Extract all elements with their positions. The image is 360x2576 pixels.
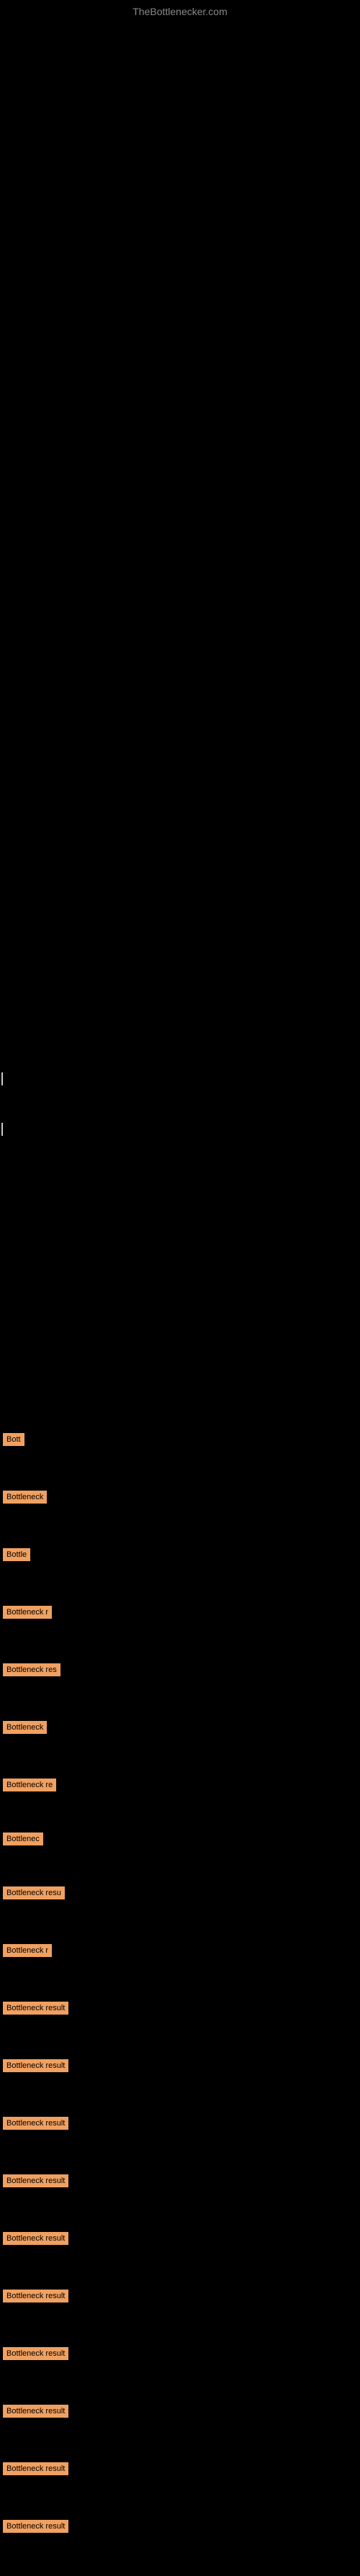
- bottleneck-result-item[interactable]: Bottleneck res: [3, 1663, 60, 1676]
- bottleneck-result-item[interactable]: Bottleneck result: [3, 2405, 68, 2418]
- bottleneck-result-item[interactable]: Bottlenec: [3, 1832, 43, 1845]
- bottleneck-result-item[interactable]: Bottleneck result: [3, 2117, 68, 2130]
- bottleneck-result-item[interactable]: Bottleneck result: [3, 2232, 68, 2245]
- bottleneck-result-item[interactable]: Bottleneck result: [3, 2290, 68, 2302]
- bottleneck-result-item[interactable]: Bottleneck result: [3, 2002, 68, 2015]
- bottleneck-result-item[interactable]: Bottleneck r: [3, 1944, 52, 1957]
- bottleneck-result-item[interactable]: Bottleneck resu: [3, 1886, 65, 1899]
- bottleneck-result-item[interactable]: Bottleneck result: [3, 2520, 68, 2533]
- cursor-line-2: [1, 1123, 3, 1136]
- bottleneck-result-item[interactable]: Bottleneck: [3, 1721, 47, 1734]
- bottleneck-result-item[interactable]: Bottleneck: [3, 1491, 47, 1504]
- bottleneck-result-item[interactable]: Bott: [3, 1433, 24, 1446]
- site-title: TheBottlenecker.com: [132, 6, 228, 17]
- bottleneck-result-item[interactable]: Bottleneck re: [3, 1779, 56, 1791]
- cursor-line-1: [1, 1072, 3, 1085]
- bottleneck-result-item[interactable]: Bottleneck result: [3, 2059, 68, 2072]
- bottleneck-result-item[interactable]: Bottleneck result: [3, 2347, 68, 2360]
- bottleneck-result-item[interactable]: Bottleneck result: [3, 2174, 68, 2187]
- bottleneck-result-item[interactable]: Bottleneck r: [3, 1606, 52, 1619]
- bottleneck-result-item[interactable]: Bottleneck result: [3, 2462, 68, 2475]
- bottleneck-result-item[interactable]: Bottle: [3, 1548, 30, 1561]
